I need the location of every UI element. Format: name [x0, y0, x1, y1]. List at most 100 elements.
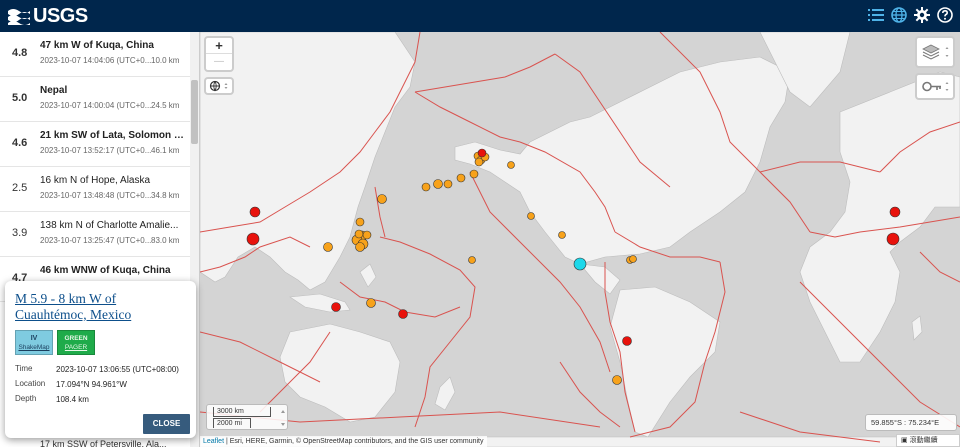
earthquake-marker: [468, 256, 476, 264]
earthquake-marker: [443, 179, 453, 189]
time-value: 2023-10-07 13:06:55 (UTC+08:00): [56, 365, 179, 374]
usgs-logo-text: USGS: [33, 4, 88, 27]
pager-level: GREEN: [64, 335, 88, 342]
app-header: USGS: [0, 0, 960, 32]
shakemap-label: ShakeMap: [18, 344, 50, 351]
time: 2023-10-07 13:48:48 (UTC+0...: [40, 191, 152, 200]
depth: 83.0 km: [151, 236, 180, 245]
list-item[interactable]: 5.0 Nepal 2023-10-07 14:00:04 (UTC+0... …: [0, 77, 190, 122]
earthquake-marker: [456, 173, 466, 183]
list-item-partial[interactable]: 17 km SSW of Petersville, Ala...: [40, 439, 167, 447]
magnitude: 4.6: [12, 137, 28, 149]
close-button[interactable]: CLOSE: [143, 414, 190, 434]
earthquake-marker: [469, 169, 479, 179]
depth: 10.0 km: [151, 56, 180, 65]
magnitude: 5.0: [12, 92, 28, 104]
earthquake-marker: [886, 232, 900, 246]
gear-icon[interactable]: [913, 6, 931, 24]
earthquake-marker: [507, 161, 515, 169]
earthquake-marker: [355, 217, 365, 227]
lang-icon: ▣: [901, 437, 908, 444]
earthquake-marker: [421, 182, 431, 192]
world-view-button[interactable]: [204, 77, 234, 95]
scale-km: 3000 km: [213, 407, 271, 417]
place: 47 km W of Kuqa, China: [40, 40, 154, 51]
depth: 24.5 km: [151, 101, 180, 110]
time: 2023-10-07 13:25:47 (UTC+0...: [40, 236, 152, 245]
usgs-logo[interactable]: USGS: [8, 5, 88, 27]
location-label: Location: [15, 379, 46, 388]
scale-control: 3000 km 2000 mi: [206, 404, 288, 430]
zoom-control: + —: [204, 36, 234, 72]
earthquake-marker: [323, 242, 333, 252]
earthquake-marker: [612, 375, 622, 385]
attribution-text: | Esri, HERE, Garmin, © OpenStreetMap co…: [224, 438, 484, 445]
earthquake-marker: [474, 157, 484, 167]
globe-icon: [209, 80, 228, 92]
shakemap-badge[interactable]: IV ShakeMap: [15, 330, 53, 355]
magnitude: 4.8: [12, 47, 28, 59]
earthquake-marker: [246, 232, 260, 246]
earthquake-marker: [629, 255, 637, 263]
globe-icon[interactable]: [890, 6, 908, 24]
depth: 34.8 km: [151, 191, 180, 200]
time-label: Time: [15, 364, 33, 373]
magnitude: 3.9: [12, 227, 28, 239]
leaflet-link[interactable]: Leaflet: [203, 438, 224, 445]
earthquake-marker: [377, 194, 387, 204]
time: 2023-10-07 14:00:04 (UTC+0...: [40, 101, 152, 110]
zoom-in-button[interactable]: +: [206, 38, 232, 54]
earthquake-marker-selected: [573, 257, 587, 271]
map-attribution: Leaflet | Esri, HERE, Garmin, © OpenStre…: [200, 436, 487, 447]
list-item[interactable]: 3.9 138 km N of Charlotte Amalie... 2023…: [0, 212, 190, 257]
earthquake-marker: [366, 298, 376, 308]
help-icon[interactable]: [936, 6, 954, 24]
depth-value: 108.4 km: [56, 395, 89, 404]
earthquake-marker: [527, 212, 535, 220]
scale-stepper-icon[interactable]: [279, 408, 287, 428]
list-item[interactable]: 4.6 21 km SW of Lata, Solomon I... 2023-…: [0, 122, 190, 167]
popup-title-link[interactable]: M 5.9 - 8 km W of Cuauhtémoc, Mexico: [15, 291, 190, 323]
coordinate-readout: 59.855°S : 75.234°E: [865, 414, 957, 431]
list-icon[interactable]: [867, 6, 885, 24]
earthquake-marker: [362, 230, 372, 240]
earthquake-popup: M 5.9 - 8 km W of Cuauhtémoc, Mexico IV …: [5, 281, 196, 438]
place: 16 km N of Hope, Alaska: [40, 175, 151, 186]
earthquake-marker: [331, 302, 341, 312]
place: 46 km WNW of Kuqa, China: [40, 265, 171, 276]
list-item[interactable]: 4.8 47 km W of Kuqa, China 2023-10-07 14…: [0, 32, 190, 77]
earthquake-marker: [889, 206, 901, 218]
earthquake-marker: [398, 309, 408, 319]
earthquake-marker: [354, 229, 364, 239]
layers-icon: [922, 44, 949, 60]
language-label: 滾動繼續: [909, 437, 938, 444]
shakemap-level: IV: [30, 335, 38, 342]
depth-label: Depth: [15, 394, 37, 403]
legend-button[interactable]: [915, 73, 955, 100]
layers-button[interactable]: [915, 36, 955, 68]
earthquake-marker: [622, 336, 632, 346]
place: Nepal: [40, 85, 68, 96]
scale-mi: 2000 mi: [213, 418, 251, 428]
depth: 46.1 km: [151, 146, 180, 155]
earthquake-marker: [433, 179, 443, 189]
usgs-waves-icon: [8, 9, 30, 25]
key-icon: [922, 81, 949, 92]
zoom-out-button[interactable]: —: [206, 54, 232, 70]
time: 2023-10-07 13:52:17 (UTC+0...: [40, 146, 152, 155]
location-value: 17.094°N 94.961°W: [56, 380, 127, 389]
time: 2023-10-07 14:04:06 (UTC+0...: [40, 56, 152, 65]
earthquake-marker: [249, 206, 261, 218]
place: 138 km N of Charlotte Amalie...: [40, 220, 179, 231]
earthquake-marker: [477, 148, 487, 158]
pager-badge[interactable]: GREEN PAGER: [57, 330, 95, 355]
magnitude: 2.5: [12, 182, 28, 194]
earthquake-marker: [355, 242, 365, 252]
list-item[interactable]: 2.5 16 km N of Hope, Alaska 2023-10-07 1…: [0, 167, 190, 212]
language-toggle[interactable]: ▣ 滾動繼續: [896, 434, 960, 447]
scrollbar-thumb[interactable]: [191, 80, 198, 144]
place: 21 km SW of Lata, Solomon I...: [40, 130, 185, 141]
pager-label: PAGER: [64, 344, 88, 351]
map-view[interactable]: + — 3000 km 2000 mi 59.855°S : 75.234°E: [200, 32, 960, 447]
earthquake-marker: [558, 231, 566, 239]
